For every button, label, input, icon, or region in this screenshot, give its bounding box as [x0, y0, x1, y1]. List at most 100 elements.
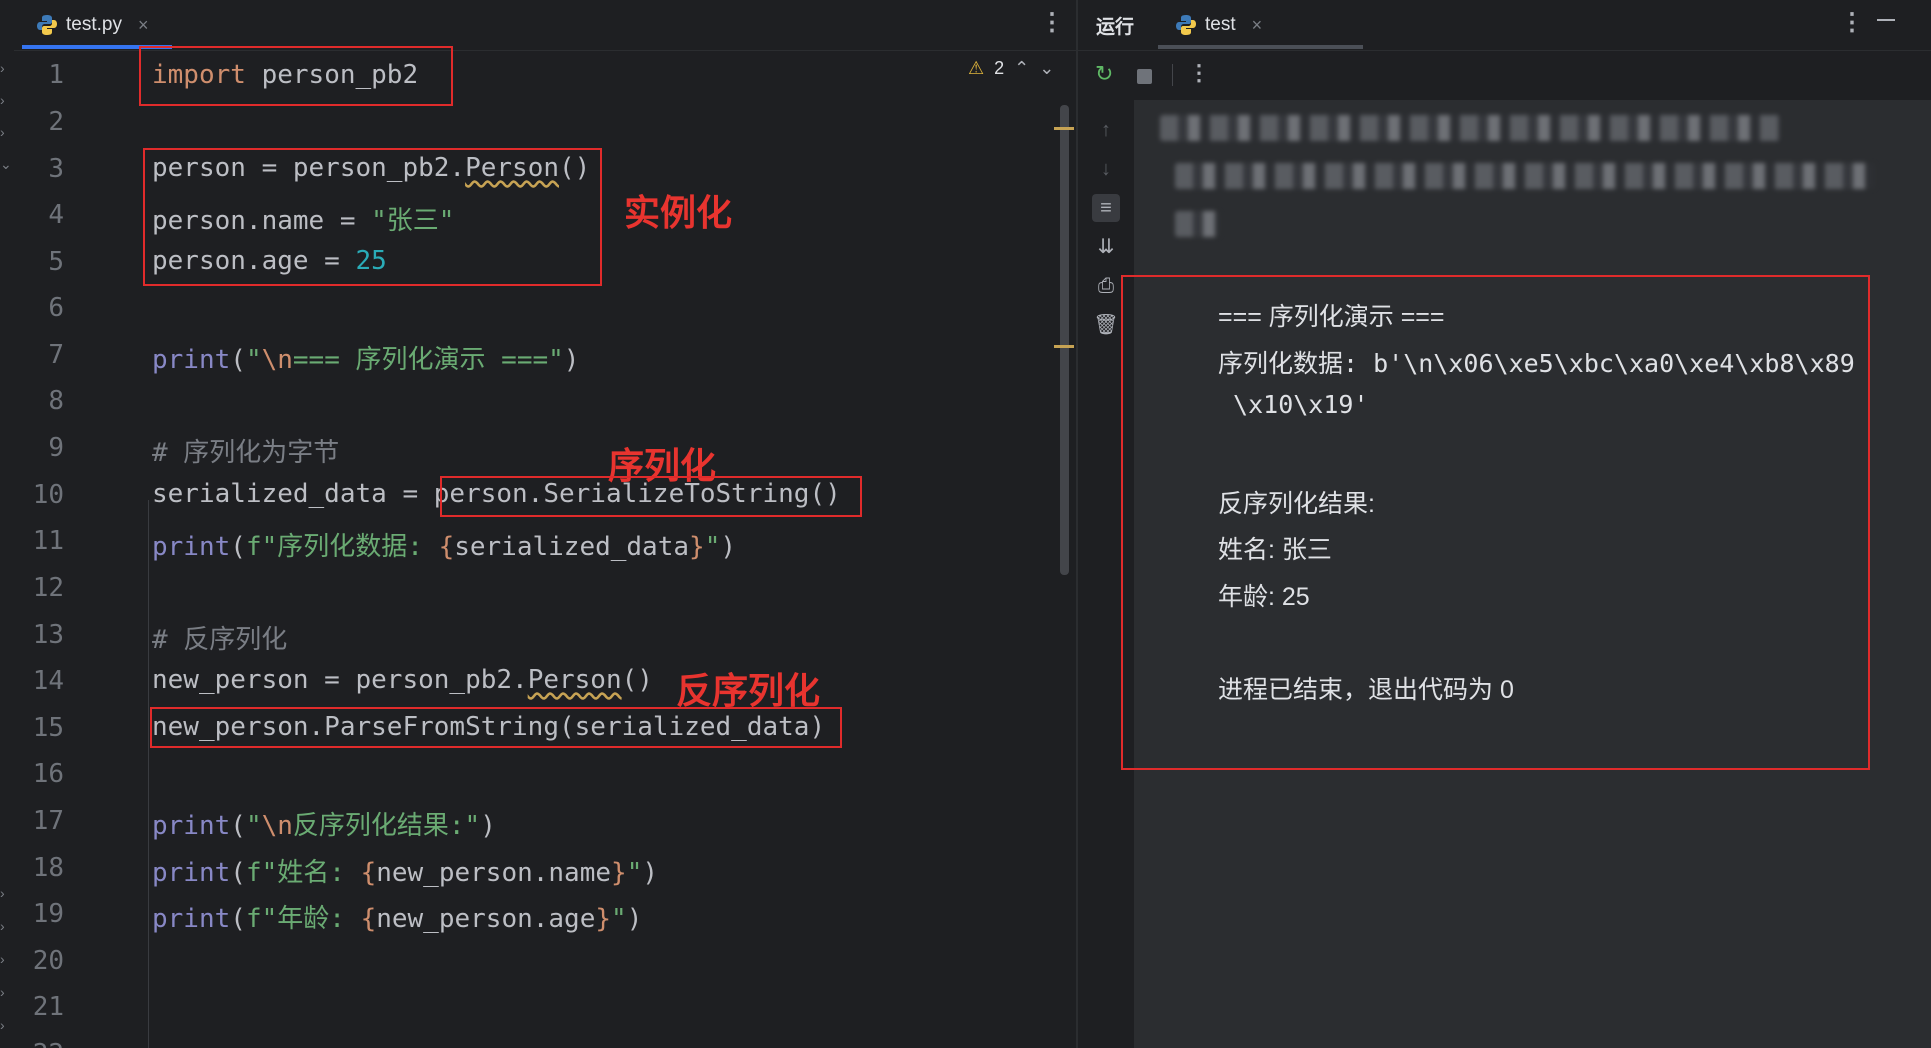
code-line-11[interactable]: print(f"序列化数据: {serialized_data}")	[152, 526, 736, 563]
line-number: 19	[32, 899, 64, 929]
chevron-right-icon[interactable]: ›	[0, 92, 5, 108]
fstring-variable: new_person.name	[376, 858, 612, 888]
editor-tab-bar: test.py × ⋮	[0, 0, 1076, 51]
line-number: 7	[48, 340, 64, 370]
warning-marker[interactable]	[1054, 345, 1074, 348]
code-line-18[interactable]: print(f"姓名: {new_person.name}")	[152, 852, 658, 889]
fstring-literal: "	[626, 858, 643, 888]
line-number: 2	[48, 107, 64, 137]
python-file-icon	[37, 15, 57, 35]
stop-icon[interactable]	[1137, 69, 1152, 84]
string-literal: "	[245, 811, 262, 841]
code-line-13-comment[interactable]: # 反序列化	[152, 619, 287, 656]
left-tool-strip: › › › ⌄ › › › › ›	[0, 50, 14, 1048]
run-tab-test[interactable]: test ×	[1175, 0, 1262, 50]
editor-scrollbar[interactable]	[1060, 105, 1069, 575]
soft-wrap-icon[interactable]: ≡	[1092, 194, 1120, 222]
run-toolbar: ↻ ⋮	[1078, 50, 1931, 101]
annotation-box-import	[139, 46, 453, 106]
code-text: )	[626, 904, 643, 934]
editor-tab-label: test.py	[66, 14, 122, 35]
builtin-print: print	[152, 904, 231, 934]
code-line-17[interactable]: print("\n反序列化结果:")	[152, 805, 496, 842]
warning-icon: ⚠	[968, 58, 985, 78]
scroll-to-end-icon[interactable]: ⇊	[1092, 233, 1120, 261]
chevron-right-icon[interactable]: ›	[0, 918, 5, 934]
print-icon[interactable]: ⎙	[1092, 272, 1120, 300]
code-text: new_person = person_pb2.	[152, 665, 528, 695]
warning-count: 2	[994, 58, 1005, 78]
chevron-right-icon[interactable]: ›	[0, 1017, 5, 1033]
line-number: 1	[48, 60, 64, 90]
indent-guide	[148, 500, 149, 1048]
line-number: 17	[32, 806, 64, 836]
fstring-brace: }	[689, 532, 705, 562]
code-text: )	[642, 858, 658, 888]
code-text: (	[230, 858, 246, 888]
class-name: Person	[527, 665, 622, 695]
redacted-command-line	[1175, 163, 1875, 189]
run-title: 运行	[1096, 17, 1135, 38]
line-number: 8	[48, 386, 64, 416]
warning-marker[interactable]	[1054, 127, 1074, 130]
run-header: 运行 test × ⋮	[1078, 0, 1931, 51]
rerun-icon[interactable]: ↻	[1095, 61, 1113, 87]
builtin-print: print	[152, 858, 231, 888]
chevron-up-icon[interactable]: ⌃	[1014, 58, 1029, 79]
redacted-command-line	[1160, 115, 1780, 141]
escape-sequence: \n	[261, 345, 293, 375]
fstring-literal: "	[611, 904, 627, 934]
code-line-7[interactable]: print("\n=== 序列化演示 ===")	[152, 339, 579, 376]
line-number: 16	[32, 759, 64, 789]
chevron-right-icon[interactable]: ›	[0, 885, 5, 901]
chevron-right-icon[interactable]: ›	[0, 60, 5, 76]
more-vert-icon[interactable]: ⋮	[1040, 8, 1064, 37]
fstring-literal: f"年龄:	[245, 904, 361, 934]
fstring-variable: new_person.age	[376, 904, 596, 934]
fstring-literal: "	[704, 532, 721, 562]
annotation-label-instantiate: 实例化	[624, 192, 733, 233]
line-number: 4	[48, 200, 64, 230]
more-vert-icon[interactable]: ⋮	[1840, 8, 1864, 37]
line-number: 20	[32, 946, 64, 976]
close-icon[interactable]: ×	[1252, 15, 1263, 36]
more-vert-icon[interactable]: ⋮	[1188, 60, 1210, 86]
escape-sequence: \n	[261, 811, 293, 841]
editor-tab-test-py[interactable]: test.py ×	[36, 0, 149, 50]
string-literal: "	[245, 345, 262, 375]
editor-pane: test.py × ⋮ › › › ⌄ › › › › › 1 2 3 4 5 …	[0, 0, 1076, 1048]
code-text: )	[720, 532, 736, 562]
arrow-down-icon[interactable]: ↓	[1092, 155, 1120, 183]
line-number: 18	[32, 853, 64, 883]
chevron-right-icon[interactable]: ›	[0, 951, 5, 967]
close-icon[interactable]: ×	[138, 15, 149, 36]
arrow-up-icon[interactable]: ↑	[1092, 116, 1120, 144]
trash-icon[interactable]: 🗑	[1092, 311, 1120, 339]
inspection-widget[interactable]: ⚠ 2 ⌃ ⌄	[968, 58, 1054, 79]
line-number: 15	[32, 713, 64, 743]
chevron-right-icon[interactable]: ›	[0, 124, 5, 140]
code-line-9-comment[interactable]: # 序列化为字节	[152, 432, 339, 469]
code-text: )	[480, 811, 496, 841]
code-line-14[interactable]: new_person = person_pb2.Person()	[152, 665, 653, 695]
chevron-down-icon[interactable]: ⌄	[1039, 58, 1054, 79]
chevron-right-icon[interactable]: ›	[0, 984, 5, 1000]
fstring-brace: {	[438, 532, 455, 562]
line-number: 6	[48, 293, 64, 323]
line-number: 11	[32, 526, 64, 556]
line-number: 3	[48, 154, 64, 184]
minimize-icon[interactable]	[1877, 19, 1895, 21]
fstring-literal: f"序列化数据:	[245, 532, 439, 562]
code-text: serialized_data =	[152, 479, 434, 509]
annotation-box-serialize	[440, 476, 862, 517]
line-number: 5	[48, 247, 64, 277]
builtin-print: print	[152, 532, 231, 562]
fstring-variable: serialized_data	[454, 532, 690, 562]
code-text: (	[230, 532, 246, 562]
code-text: )	[563, 345, 580, 375]
code-line-19[interactable]: print(f"年龄: {new_person.age}")	[152, 898, 642, 935]
fstring-literal: f"姓名:	[245, 858, 361, 888]
code-text: ()	[621, 665, 653, 695]
annotation-box-deserialize	[150, 707, 842, 748]
chevron-down-icon[interactable]: ⌄	[0, 156, 12, 173]
